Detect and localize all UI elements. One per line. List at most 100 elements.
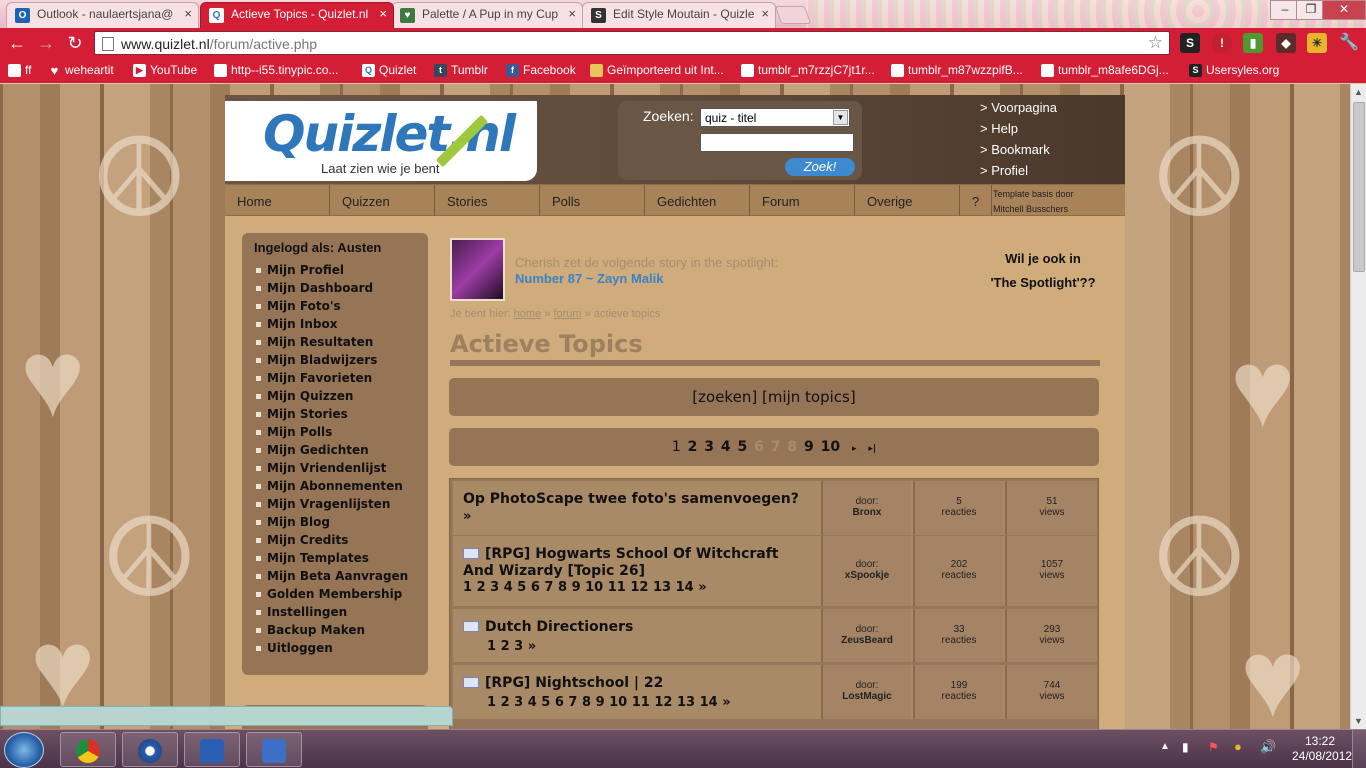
- bookmark-youtube[interactable]: ▶ YouTube: [133, 63, 197, 77]
- link-profiel[interactable]: > Profiel: [980, 163, 1028, 178]
- page-scrollbar[interactable]: ▲ ▼: [1350, 84, 1366, 729]
- topic-pages-links[interactable]: 1 2 3 4 5 6 7 8 9 10 11 12 13 14 »: [463, 580, 707, 595]
- sidebar-item-mijn-favorieten[interactable]: Mijn Favorieten: [255, 371, 372, 385]
- breadcrumb-home[interactable]: home: [514, 308, 542, 320]
- bookmark-facebook[interactable]: f Facebook: [506, 63, 576, 77]
- stylish-extension-icon[interactable]: S: [1180, 33, 1200, 53]
- page-8[interactable]: 8: [787, 439, 797, 455]
- close-tab-icon[interactable]: ×: [568, 6, 576, 21]
- last-page-icon[interactable]: ▸|: [868, 444, 876, 454]
- wrench-menu-icon[interactable]: 🔧: [1339, 33, 1359, 53]
- my-topics-link[interactable]: mijn topics: [768, 388, 850, 406]
- sidebar-item-mijn-stories[interactable]: Mijn Stories: [256, 407, 348, 421]
- page-3[interactable]: 3: [704, 439, 714, 455]
- bookmark-ff[interactable]: ff: [8, 63, 31, 77]
- nav-forum[interactable]: Forum: [750, 185, 855, 216]
- sidebar-item-mijn-gedichten[interactable]: Mijn Gedichten: [256, 443, 369, 457]
- tray-expand-icon[interactable]: ▲: [1160, 741, 1170, 752]
- sidebar-item-mijn-beta-aanvragen[interactable]: Mijn Beta Aanvragen: [255, 569, 408, 583]
- topic-title-link[interactable]: [RPG] Nightschool | 22: [463, 675, 813, 692]
- weather-extension-icon[interactable]: ☀: [1307, 33, 1327, 53]
- page-2[interactable]: 2: [688, 439, 698, 455]
- bookmark-quizlet[interactable]: Q Quizlet: [362, 63, 416, 77]
- sidebar-item-mijn-profiel[interactable]: Mijn Profiel: [256, 263, 344, 277]
- stats-extension-icon[interactable]: ▮: [1243, 33, 1263, 53]
- bookmark-weheartit[interactable]: ♥ weheartit: [48, 63, 114, 77]
- nav-polls[interactable]: Polls: [540, 185, 645, 216]
- page-9[interactable]: 9: [804, 439, 814, 455]
- sidebar-item-mijn-quizzen[interactable]: Mijn Quizzen: [255, 389, 353, 403]
- sidebar-item-mijn-blog[interactable]: Mijn Blog: [256, 515, 330, 529]
- sidebar-item-mijn-foto-s[interactable]: Mijn Foto's: [256, 299, 341, 313]
- sidebar-item-mijn-vriendenlijst[interactable]: Mijn Vriendenlijst: [255, 461, 386, 475]
- nav-gedichten[interactable]: Gedichten: [645, 185, 750, 216]
- sidebar-item-mijn-templates[interactable]: Mijn Templates: [256, 551, 369, 565]
- page-10[interactable]: 10: [821, 439, 840, 455]
- author-cell-bottom[interactable]: Bronx: [823, 507, 911, 518]
- new-tab-button[interactable]: [774, 6, 812, 24]
- taskbar-word[interactable]: [184, 732, 240, 767]
- tab-active-topics[interactable]: Q Actieve Topics - Quizlet.nl ×: [200, 2, 394, 28]
- close-tab-icon[interactable]: ×: [761, 6, 769, 21]
- nav-overige[interactable]: Overige: [855, 185, 960, 216]
- page-7[interactable]: 7: [771, 439, 781, 455]
- author-cell-bottom[interactable]: LostMagic: [823, 691, 911, 702]
- adblock-extension-icon[interactable]: !: [1212, 33, 1232, 53]
- taskbar-monitor-app[interactable]: [246, 732, 302, 767]
- page-4[interactable]: 4: [721, 439, 731, 455]
- topic-pages-links[interactable]: 1 2 3 »: [487, 639, 536, 654]
- tab-outlook[interactable]: O Outlook - naulaertsjana@ ×: [6, 2, 199, 28]
- link-help[interactable]: > Help: [980, 121, 1018, 136]
- topic-title-link[interactable]: Dutch Directioners: [463, 619, 813, 636]
- sidebar-item-backup-maken[interactable]: Backup Maken: [255, 623, 365, 637]
- scroll-down-icon[interactable]: ▼: [1354, 716, 1363, 726]
- page-5[interactable]: 5: [737, 439, 747, 455]
- sidebar-item-mijn-vragenlijsten[interactable]: Mijn Vragenlijsten: [255, 497, 390, 511]
- bookmark-tumblr-1[interactable]: tumblr_m7rzzjC7jt1r...: [741, 63, 875, 77]
- extension-icon[interactable]: ◆: [1276, 33, 1296, 53]
- search-input[interactable]: [700, 133, 854, 152]
- topic-title-link[interactable]: Op PhotoScape twee foto's samenvoegen?: [463, 491, 813, 508]
- close-tab-icon[interactable]: ×: [379, 6, 387, 21]
- close-tab-icon[interactable]: ×: [184, 6, 192, 21]
- search-type-select[interactable]: quiz - titel ▼: [700, 108, 850, 127]
- network-icon[interactable]: ▮: [1182, 740, 1189, 754]
- reload-icon[interactable]: ↻: [64, 32, 86, 54]
- sidebar-item-mijn-dashboard[interactable]: Mijn Dashboard: [255, 281, 373, 295]
- author-cell-bottom[interactable]: xSpookje: [823, 570, 911, 581]
- bookmark-star-icon[interactable]: ☆: [1148, 33, 1163, 53]
- breadcrumb-forum[interactable]: forum: [553, 308, 581, 320]
- volume-icon[interactable]: 🔊: [1260, 739, 1276, 755]
- nav-help[interactable]: ?: [960, 185, 992, 216]
- nav-home[interactable]: Home: [225, 185, 330, 216]
- taskbar-chrome[interactable]: [60, 732, 116, 767]
- bookmark-tumblr[interactable]: t Tumblr: [434, 63, 488, 77]
- bookmark-userstyles[interactable]: S Usersyles.org: [1189, 63, 1279, 77]
- author-cell-bottom[interactable]: ZeusBeard: [823, 635, 911, 646]
- sidebar-item-uitloggen[interactable]: Uitloggen: [256, 641, 333, 655]
- sidebar-item-mijn-abonnementen[interactable]: Mijn Abonnementen: [256, 479, 403, 493]
- bookmark-folder-imported[interactable]: Geïmporteerd uit Int...: [590, 63, 724, 77]
- tab-palette[interactable]: ♥ Palette / A Pup in my Cup ×: [391, 2, 583, 28]
- start-button[interactable]: [4, 732, 44, 768]
- scroll-thumb[interactable]: [1353, 102, 1365, 272]
- back-arrow-icon[interactable]: ←: [6, 32, 28, 54]
- spotlight-story-link[interactable]: Number 87 ~ Zayn Malik: [515, 271, 663, 286]
- update-icon[interactable]: ●: [1234, 739, 1242, 754]
- sidebar-item-instellingen[interactable]: Instellingen: [255, 605, 347, 619]
- site-logo[interactable]: Quizlet.nl Laat zien wie je bent: [225, 101, 537, 181]
- spotlight-avatar[interactable]: [450, 238, 505, 301]
- sidebar-item-golden-membership[interactable]: Golden Membership: [255, 587, 402, 601]
- taskbar-itunes[interactable]: [122, 732, 178, 767]
- bookmark-tinypic[interactable]: http--i55.tinypic.co...: [214, 63, 338, 77]
- nav-stories[interactable]: Stories: [435, 185, 540, 216]
- sidebar-item-mijn-polls[interactable]: Mijn Polls: [255, 425, 332, 439]
- bookmark-tumblr-3[interactable]: tumblr_m8afe6DGj...: [1041, 63, 1169, 77]
- taskbar-clock[interactable]: 13:22 24/08/2012: [1292, 734, 1352, 764]
- page-6[interactable]: 6: [754, 439, 764, 455]
- search-topics-link[interactable]: zoeken: [698, 388, 751, 406]
- link-bookmark[interactable]: > Bookmark: [980, 142, 1050, 157]
- sidebar-item-mijn-credits[interactable]: Mijn Credits: [255, 533, 348, 547]
- scroll-up-icon[interactable]: ▲: [1354, 87, 1363, 97]
- address-bar[interactable]: www.quizlet.nl/forum/active.php ☆: [94, 31, 1170, 55]
